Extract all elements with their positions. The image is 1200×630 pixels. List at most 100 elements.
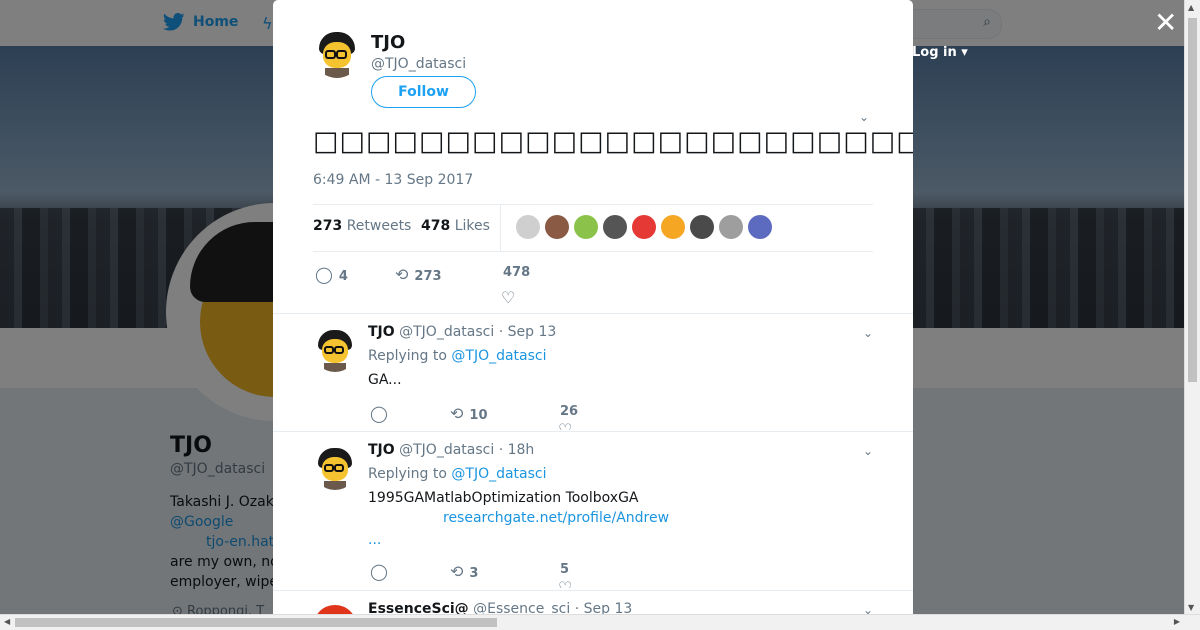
reply-action[interactable]: ◯ 4 — [315, 265, 348, 284]
reply-author-handle[interactable]: @TJO_datasci — [399, 324, 494, 340]
retweets-count: 273 — [313, 218, 343, 234]
author-avatar[interactable] — [313, 30, 361, 78]
retweet-count: 273 — [414, 269, 442, 284]
tweet-permalink-modal: TJO @TJO_datasci Follow ⌄ □□□□□□□□□□□□□□… — [273, 0, 913, 615]
horizontal-scrollbar[interactable]: ◀ ▶ — [0, 614, 1200, 630]
reply-menu-chevron-down-icon[interactable]: ⌄ — [863, 326, 873, 340]
avatar-glasses — [334, 346, 344, 354]
avatar-shirt — [324, 363, 346, 372]
retweet-action[interactable]: ⟲ 3 — [450, 562, 478, 581]
reply-author-avatar[interactable] — [313, 328, 357, 372]
retweet-icon: ⟲ — [450, 562, 464, 581]
like-count: 26 — [560, 404, 579, 419]
close-icon[interactable]: ✕ — [1154, 8, 1177, 38]
reply-author-handle[interactable]: @Essence_sci — [473, 601, 570, 615]
reply-text: GA... — [368, 372, 402, 388]
likes-label: Likes — [454, 218, 490, 234]
liker-avatar[interactable] — [719, 215, 743, 239]
reply-tweet[interactable]: EssenceSci@ @Essence_sci · Sep 13 ⌄ — [273, 590, 913, 615]
reply-list: TJO @TJO_datasci · Sep 13 ⌄ Replying to … — [273, 313, 913, 615]
liker-avatar[interactable] — [748, 215, 772, 239]
liker-avatar[interactable] — [690, 215, 714, 239]
reply-icon: ◯ — [370, 404, 388, 423]
avatar-shirt — [324, 481, 346, 490]
scroll-up-arrow-icon[interactable]: ▲ — [1188, 3, 1194, 12]
retweet-icon: ⟲ — [450, 404, 464, 423]
liker-avatar[interactable] — [603, 215, 627, 239]
like-count: 478 — [503, 265, 531, 280]
reply-tweet[interactable]: TJO @TJO_datasci · 18h ⌄ Replying to @TJ… — [273, 431, 913, 590]
replying-to: Replying to @TJO_datasci — [368, 466, 547, 482]
like-icon: ♡ — [558, 420, 573, 430]
reply-text: 1995GAMatlabOptimization ToolboxGA — [368, 490, 639, 506]
avatar-shirt — [325, 68, 349, 78]
retweet-icon: ⟲ — [395, 265, 409, 284]
reply-header: TJO @TJO_datasci · 18h — [368, 442, 534, 458]
vertical-scrollbar[interactable]: ▲ ▼ — [1184, 0, 1200, 615]
reply-author-name[interactable]: EssenceSci@ — [368, 601, 469, 615]
scroll-right-arrow-icon[interactable]: ▶ — [1174, 617, 1180, 626]
author-handle[interactable]: @TJO_datasci — [371, 56, 466, 72]
vertical-scroll-thumb[interactable] — [1188, 18, 1197, 382]
liker-avatar[interactable] — [661, 215, 685, 239]
reply-time[interactable]: · 18h — [499, 442, 535, 458]
tweet-text: □□□□□□□□□□□□□□□□□□□□□□□□□□□□□□□□□□□□□□□□… — [313, 126, 913, 157]
scroll-left-arrow-icon[interactable]: ◀ — [4, 617, 10, 626]
replying-prefix: Replying to — [368, 466, 447, 482]
reply-actions: ◯ ⟲ 3 5 ♡ — [370, 562, 770, 588]
login-label: Log in — [912, 45, 957, 60]
reply-header: TJO @TJO_datasci · Sep 13 — [368, 324, 556, 340]
likes-stat[interactable]: 478 Likes — [421, 218, 490, 234]
liker-avatar[interactable] — [574, 215, 598, 239]
liker-avatar[interactable] — [632, 215, 656, 239]
reply-time[interactable]: · Sep 13 — [575, 601, 633, 615]
horizontal-scroll-thumb[interactable] — [15, 618, 497, 627]
retweet-action[interactable]: ⟲ 273 — [395, 265, 442, 284]
tweet-menu-chevron-down-icon[interactable]: ⌄ — [859, 110, 869, 124]
reply-show-more-link[interactable]: ... — [368, 532, 381, 548]
replying-to-mention[interactable]: @TJO_datasci — [451, 466, 546, 482]
liker-avatar[interactable] — [516, 215, 540, 239]
like-action[interactable]: ♡ — [501, 288, 521, 307]
reply-count: 4 — [338, 269, 348, 284]
like-action[interactable]: ♡ — [558, 578, 578, 588]
tweet-actions: ◯ 4 ⟲ 273 478 ♡ — [313, 262, 873, 312]
retweet-count: 10 — [469, 408, 488, 423]
replying-prefix: Replying to — [368, 348, 447, 364]
like-icon: ♡ — [501, 288, 516, 307]
reply-time[interactable]: · Sep 13 — [499, 324, 557, 340]
retweets-stat[interactable]: 273 Retweets — [313, 218, 411, 234]
tweet-timestamp[interactable]: 6:49 AM - 13 Sep 2017 — [313, 172, 473, 188]
like-action[interactable]: ♡ — [558, 420, 578, 430]
reply-action[interactable]: ◯ — [370, 404, 394, 423]
author-name[interactable]: TJO — [371, 32, 405, 53]
avatar-glasses — [325, 50, 336, 59]
follow-button[interactable]: Follow — [371, 76, 476, 108]
retweet-count: 3 — [469, 566, 479, 581]
reply-tweet[interactable]: TJO @TJO_datasci · Sep 13 ⌄ Replying to … — [273, 313, 913, 431]
login-link[interactable]: Log in ▾ — [912, 45, 968, 60]
avatar-glasses — [334, 464, 344, 472]
reply-external-link[interactable]: researchgate.net/profile/Andrew — [443, 510, 669, 526]
reply-author-name[interactable]: TJO — [368, 442, 395, 458]
likers-avatars — [516, 215, 772, 239]
retweets-label: Retweets — [346, 218, 412, 234]
reply-icon: ◯ — [370, 562, 388, 581]
reply-header: EssenceSci@ @Essence_sci · Sep 13 — [368, 601, 632, 615]
reply-action[interactable]: ◯ — [370, 562, 394, 581]
retweet-action[interactable]: ⟲ 10 — [450, 404, 488, 423]
reply-author-handle[interactable]: @TJO_datasci — [399, 442, 494, 458]
likes-count: 478 — [421, 218, 451, 234]
tweet-stats: 273 Retweets 478 Likes — [313, 204, 873, 252]
replying-to: Replying to @TJO_datasci — [368, 348, 547, 364]
reply-author-name[interactable]: TJO — [368, 324, 395, 340]
stats-divider — [500, 205, 501, 251]
reply-author-avatar[interactable] — [313, 446, 357, 490]
reply-icon: ◯ — [315, 265, 333, 284]
scroll-down-arrow-icon[interactable]: ▼ — [1188, 603, 1194, 612]
avatar-glasses — [324, 464, 334, 472]
replying-to-mention[interactable]: @TJO_datasci — [451, 348, 546, 364]
reply-actions: ◯ ⟲ 10 26 ♡ — [370, 404, 770, 430]
reply-menu-chevron-down-icon[interactable]: ⌄ — [863, 444, 873, 458]
liker-avatar[interactable] — [545, 215, 569, 239]
